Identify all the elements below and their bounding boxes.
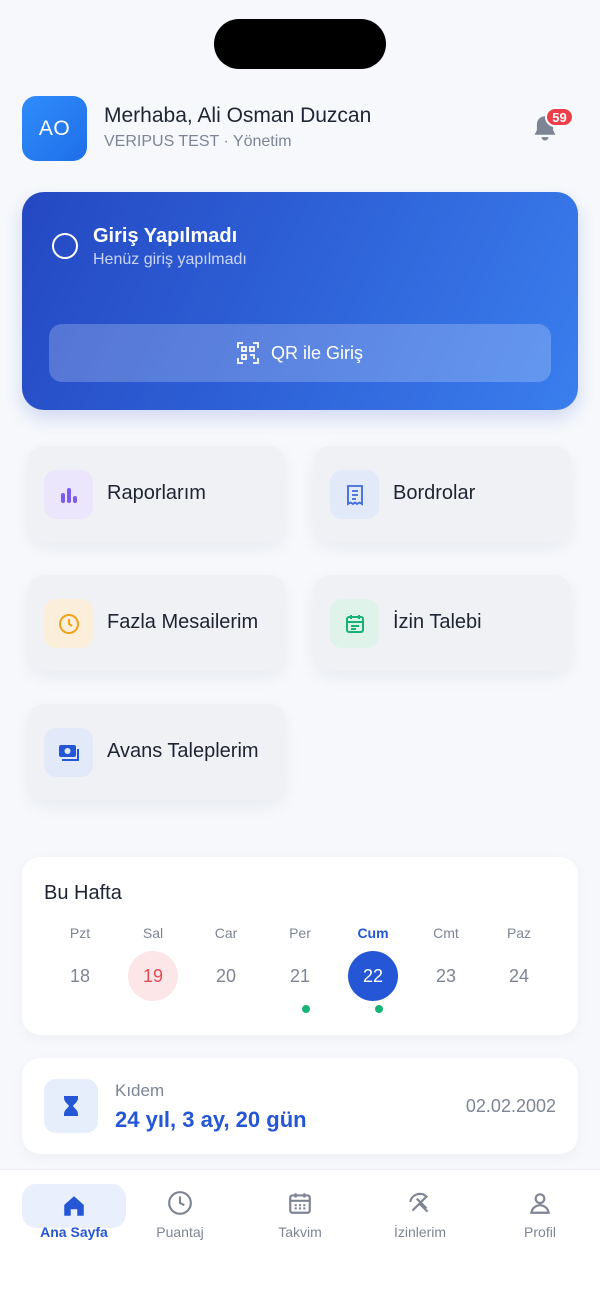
device-notch	[214, 19, 386, 69]
qr-login-button[interactable]: QR ile Giriş	[49, 324, 551, 382]
receipt-icon	[330, 470, 379, 519]
tile-fazla-mesailerim[interactable]: Fazla Mesailerim	[28, 575, 285, 671]
clock-icon	[44, 599, 93, 648]
day-number[interactable]: 24	[494, 951, 544, 1001]
tile-izin-talebi[interactable]: İzin Talebi	[314, 575, 571, 671]
attendance-status-card: Giriş Yapılmadı Henüz giriş yapılmadı QR…	[22, 192, 578, 410]
nav-profil[interactable]: Profil	[488, 1184, 592, 1246]
day-number[interactable]: 23	[421, 951, 471, 1001]
day-name: Cmt	[433, 925, 459, 941]
nav-label: Ana Sayfa	[40, 1224, 108, 1240]
day-name: Sal	[142, 925, 164, 941]
day-number[interactable]: 20	[201, 951, 251, 1001]
seniority-start-date: 02.02.2002	[465, 1096, 556, 1116]
notification-badge: 59	[545, 107, 574, 127]
home-icon	[64, 1196, 84, 1216]
seniority-card: Kıdem 24 yıl, 3 ay, 20 gün 02.02.2002	[22, 1058, 578, 1154]
tile-label: Avans Taleplerim	[107, 740, 259, 762]
calendar-icon	[330, 599, 379, 648]
tile-label: Raporlarım	[107, 482, 206, 504]
person-icon	[530, 1193, 550, 1214]
day-name: Paz	[506, 925, 532, 941]
status-subtitle: Henüz giriş yapılmadı	[93, 251, 247, 268]
tile-avans-taleplerim[interactable]: Avans Taleplerim	[28, 704, 285, 800]
week-title: Bu Hafta	[44, 882, 122, 904]
day-name: Pzt	[69, 925, 91, 941]
week-calendar-card: Bu Hafta Pzt 18 Sal 19 Car 20 Per 21 Cum…	[22, 857, 578, 1035]
nav-label: Puantaj	[156, 1224, 204, 1240]
avatar[interactable]: AO	[22, 96, 87, 161]
attendance-dot	[302, 1005, 310, 1013]
hourglass-icon	[44, 1079, 98, 1133]
nav-label: İzinlerim	[393, 1224, 447, 1240]
attendance-dot	[375, 1005, 383, 1013]
day-name: Car	[214, 925, 238, 941]
clock-icon	[168, 1191, 192, 1215]
day-number-today[interactable]: 22	[348, 951, 398, 1001]
nav-takvim[interactable]: Takvim	[248, 1184, 352, 1246]
company-subtitle: VERIPUS TEST · Yönetim	[104, 133, 292, 150]
nav-label: Takvim	[278, 1224, 322, 1240]
greeting-text: Merhaba, Ali Osman Duzcan	[104, 104, 372, 127]
calendar-icon	[289, 1193, 311, 1214]
nav-label: Profil	[524, 1224, 556, 1240]
qr-code-icon	[237, 342, 259, 364]
day-number[interactable]: 19	[128, 951, 178, 1001]
money-icon	[44, 728, 93, 777]
bar-chart-icon	[44, 470, 93, 519]
day-number[interactable]: 18	[55, 951, 105, 1001]
nav-ana-sayfa[interactable]: Ana Sayfa	[22, 1184, 126, 1240]
tile-raporlarim[interactable]: Raporlarım	[28, 446, 285, 542]
tile-label: İzin Talebi	[393, 611, 482, 633]
seniority-label: Kıdem	[115, 1081, 165, 1100]
day-name: Cum	[357, 925, 389, 941]
status-title: Giriş Yapılmadı	[93, 225, 238, 247]
header: AO Merhaba, Ali Osman Duzcan VERIPUS TES…	[22, 96, 578, 162]
status-circle-icon	[52, 233, 78, 259]
bottom-navigation: Ana Sayfa Puantaj Takvim İzinlerim Profi…	[0, 1169, 600, 1304]
tile-bordrolar[interactable]: Bordrolar	[314, 446, 571, 542]
beach-umbrella-icon	[409, 1192, 429, 1213]
day-number[interactable]: 21	[275, 951, 325, 1001]
nav-puantaj[interactable]: Puantaj	[128, 1184, 232, 1246]
day-name: Per	[289, 925, 311, 941]
tile-label: Fazla Mesailerim	[107, 611, 259, 633]
tile-label: Bordrolar	[393, 482, 476, 504]
qr-login-label: QR ile Giriş	[270, 342, 363, 363]
nav-izinlerim[interactable]: İzinlerim	[368, 1184, 472, 1246]
seniority-value: 24 yıl, 3 ay, 20 gün	[115, 1107, 307, 1132]
